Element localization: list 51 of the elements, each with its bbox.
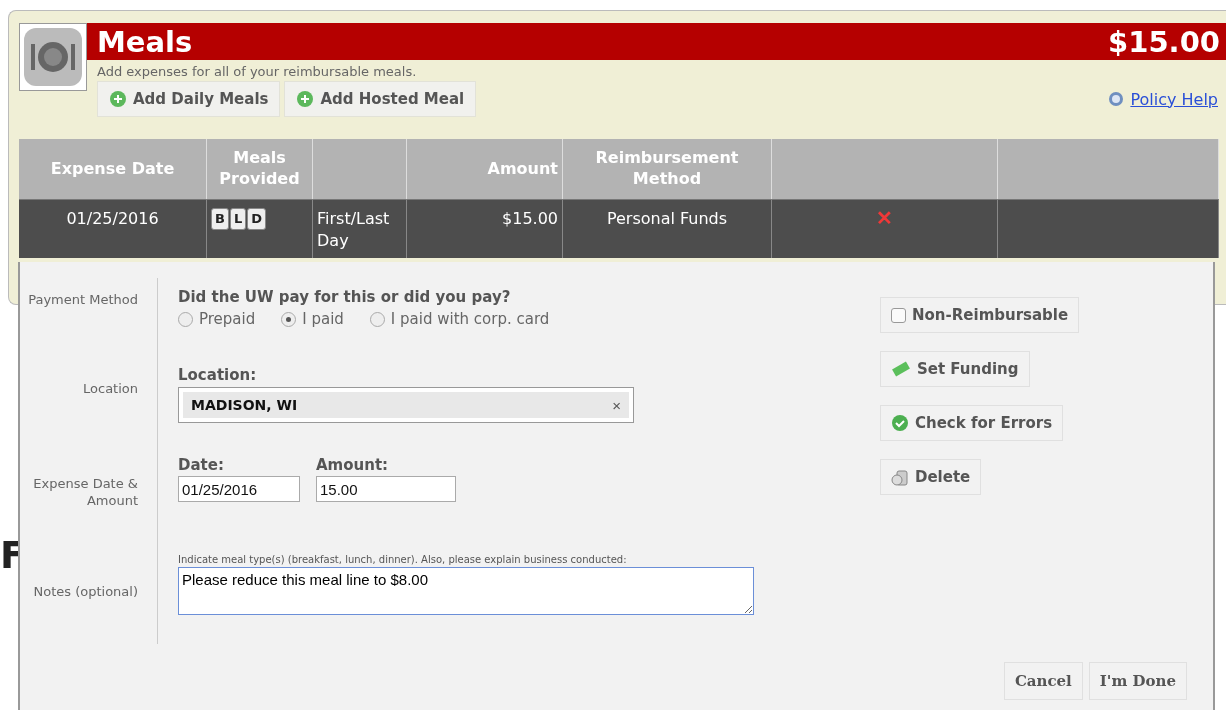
meal-key[interactable]: L (229, 208, 247, 231)
clear-button[interactable]: × (612, 396, 621, 414)
radio-icon[interactable] (369, 311, 385, 327)
section-total: $15.00 (1108, 24, 1220, 59)
action-button[interactable]: Set Funding (880, 351, 1030, 387)
section-label: Location (82, 380, 138, 398)
section-label: Payment Method (27, 291, 138, 309)
field-label: Date: (178, 456, 225, 474)
field-label: Location: (178, 366, 258, 384)
plus-icon (109, 90, 127, 108)
footer-button[interactable]: I'm Done (1088, 662, 1187, 700)
column-header: Amount (407, 139, 563, 199)
field-label: Amount: (316, 456, 390, 474)
help-icon (1108, 91, 1125, 107)
section-subtitle: Add expenses for all of your reimbursable meals. (97, 64, 418, 79)
action-button[interactable]: Delete (880, 459, 982, 495)
checkbox-button[interactable]: Non-Reimbursable (880, 297, 1080, 333)
policy-help-link[interactable]: Policy Help (1130, 89, 1218, 109)
table-cell: First/Last Day (313, 199, 407, 258)
column-header: Meals Provided (207, 139, 313, 199)
radio-icon[interactable] (281, 311, 297, 327)
location-field[interactable]: MADISON, WI × (178, 387, 634, 423)
checkbox-icon[interactable] (891, 307, 906, 323)
section-label: Notes (optional) (32, 583, 138, 601)
radio-option[interactable]: I paid (281, 310, 344, 328)
question-text: Did the UW pay for this or did you pay? (178, 287, 512, 306)
trash-icon (891, 468, 909, 486)
column-header: Expense Date (19, 139, 207, 199)
notes-field[interactable]: Please reduce this meal line to $8.00 (178, 567, 754, 615)
plate-icon (19, 23, 87, 91)
section-title: Meals (97, 24, 193, 59)
table-cell: $15.00 (407, 199, 563, 258)
add-button[interactable]: Add Daily Meals (97, 81, 281, 117)
column-header: Reimbursement Method (563, 139, 772, 199)
section-label: Expense Date & Amount (32, 475, 138, 510)
footer-button[interactable]: Cancel (1003, 662, 1083, 700)
radio-option[interactable]: I paid with corp. card (369, 310, 550, 328)
add-button[interactable]: Add Hosted Meal (284, 81, 477, 117)
location-value: MADISON, WI (191, 397, 298, 413)
checkmark-icon (891, 414, 909, 432)
notes-hint: Indicate meal type(s) (breakfast, lunch, dinner). Also, please explain business conducted: (178, 554, 628, 565)
radio-icon[interactable] (178, 311, 193, 327)
meal-key[interactable]: B (211, 208, 229, 231)
table-cell: 01/25/2016 (19, 199, 207, 258)
date-field[interactable]: 01/25/2016 (178, 476, 300, 502)
plus-icon (296, 90, 315, 108)
meal-key[interactable]: D (247, 208, 266, 231)
radio-option[interactable]: Prepaid (178, 310, 256, 328)
action-button[interactable]: Check for Errors (880, 405, 1064, 441)
table-cell: Personal Funds (563, 199, 772, 258)
amount-field[interactable]: 15.00 (316, 476, 456, 502)
